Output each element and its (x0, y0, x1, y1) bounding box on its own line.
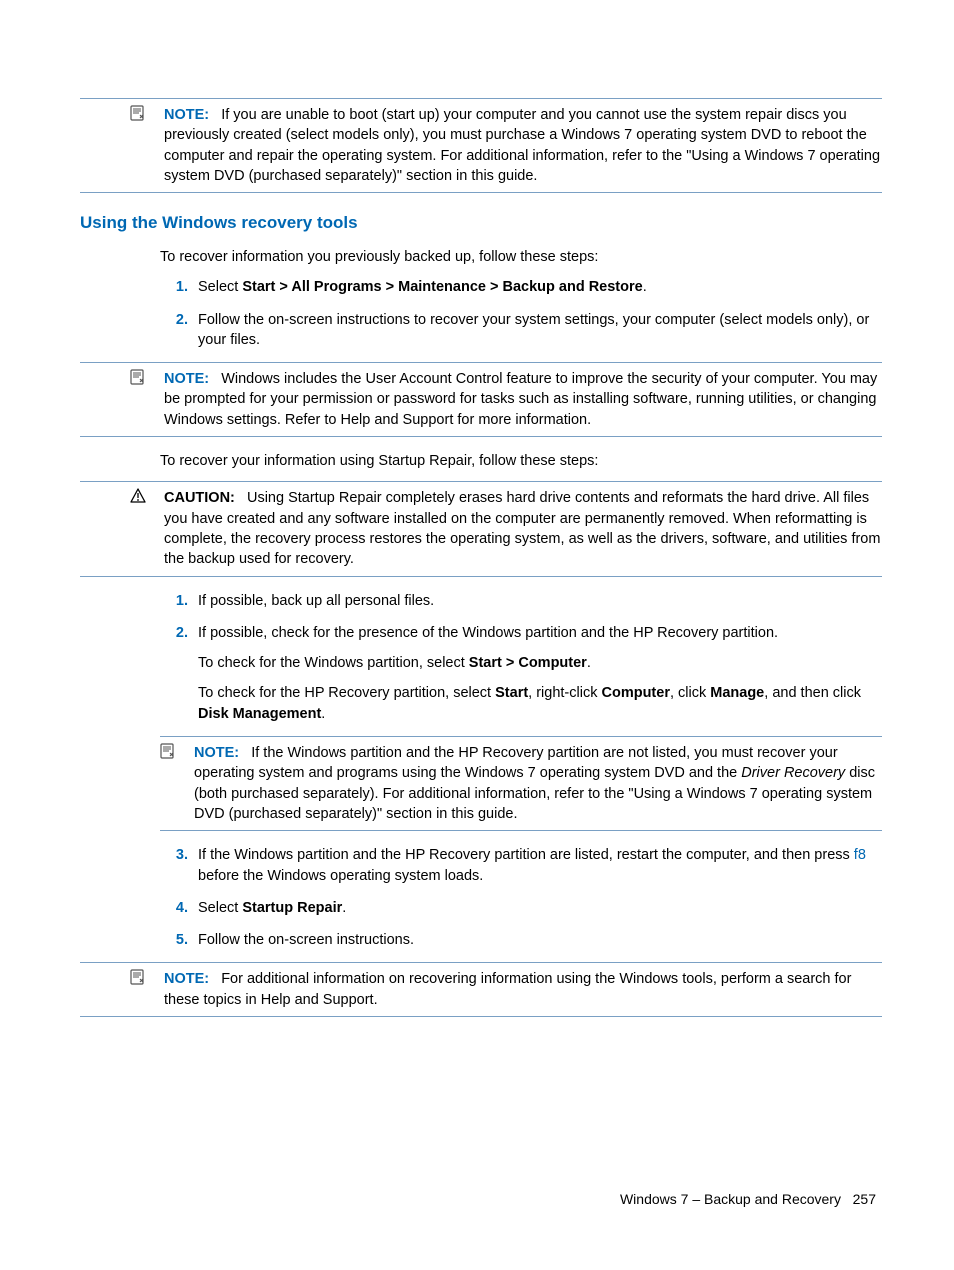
footer-chapter: Windows 7 – Backup and Recovery (620, 1191, 841, 1207)
note-box-partition: NOTE: If the Windows partition and the H… (160, 736, 882, 831)
note-icon (160, 743, 188, 759)
document-page: NOTE: If you are unable to boot (start u… (0, 0, 954, 1270)
step-text-end: before the Windows operating system load… (198, 868, 483, 884)
note-text: For additional information on recovering… (164, 971, 851, 1007)
sub-text: To check for the HP Recovery partition, … (198, 685, 495, 701)
sub-text: To check for the Windows partition, sele… (198, 655, 469, 671)
note-label: NOTE: (164, 971, 209, 987)
caution-text: Using Startup Repair completely erases h… (164, 490, 880, 567)
caution-icon (80, 488, 158, 504)
step-text: Select (198, 900, 242, 916)
step-1: Select Start > All Programs > Maintenanc… (192, 277, 882, 297)
footer-page-number: 257 (853, 1191, 876, 1207)
caution-body: CAUTION: Using Startup Repair completely… (158, 488, 882, 569)
steps-list-2-cont: If the Windows partition and the HP Reco… (160, 845, 882, 950)
note-icon (80, 369, 158, 385)
step-text: If possible, check for the presence of t… (198, 625, 778, 641)
page-footer: Windows 7 – Backup and Recovery 257 (620, 1190, 876, 1210)
note-italic: Driver Recovery (741, 765, 845, 781)
sub-bold: Start (495, 685, 528, 701)
note-label: NOTE: (164, 107, 209, 123)
section-heading: Using the Windows recovery tools (80, 211, 882, 235)
note-body: NOTE: For additional information on reco… (158, 969, 882, 1010)
note-body: NOTE: If you are unable to boot (start u… (158, 105, 882, 186)
note-icon (80, 105, 158, 121)
note-label: NOTE: (194, 745, 239, 761)
sub-bold: Manage (710, 685, 764, 701)
step-2: If possible, check for the presence of t… (192, 623, 882, 724)
step-5: Follow the on-screen instructions. (192, 930, 882, 950)
note-label: NOTE: (164, 371, 209, 387)
page-content: NOTE: If you are unable to boot (start u… (80, 98, 882, 1017)
steps-list-1: Select Start > All Programs > Maintenanc… (160, 277, 882, 350)
steps-list-2: If possible, back up all personal files.… (160, 591, 882, 724)
step-bold: Startup Repair (242, 900, 342, 916)
step-subparagraph: To check for the Windows partition, sele… (198, 653, 882, 673)
step-4: Select Startup Repair. (192, 898, 882, 918)
note-box-uac: NOTE: Windows includes the User Account … (80, 362, 882, 437)
step-text-end: . (643, 279, 647, 295)
note-text: Windows includes the User Account Contro… (164, 371, 877, 428)
step-1: If possible, back up all personal files. (192, 591, 882, 611)
note-body: NOTE: If the Windows partition and the H… (188, 743, 882, 824)
note-box-boot: NOTE: If you are unable to boot (start u… (80, 98, 882, 193)
sub-bold: Start > Computer (469, 655, 587, 671)
sub-text-end: . (321, 706, 325, 722)
caution-label: CAUTION: (164, 490, 235, 506)
step-bold: Start > All Programs > Maintenance > Bac… (242, 279, 642, 295)
note-body: NOTE: Windows includes the User Account … (158, 369, 882, 430)
caution-box: CAUTION: Using Startup Repair completely… (80, 481, 882, 576)
step-3: If the Windows partition and the HP Reco… (192, 845, 882, 886)
note-text: If you are unable to boot (start up) you… (164, 107, 880, 184)
intro-paragraph-2: To recover your information using Startu… (160, 451, 882, 471)
step-text-end: . (342, 900, 346, 916)
sub-bold: Disk Management (198, 706, 321, 722)
step-key: f8 (854, 847, 866, 863)
step-2: Follow the on-screen instructions to rec… (192, 310, 882, 351)
step-text: If the Windows partition and the HP Reco… (198, 847, 854, 863)
sub-text-end: . (587, 655, 591, 671)
sub-text: , right-click (528, 685, 601, 701)
sub-text: , click (670, 685, 710, 701)
step-text: Select (198, 279, 242, 295)
note-box-help: NOTE: For additional information on reco… (80, 962, 882, 1017)
intro-paragraph-1: To recover information you previously ba… (160, 247, 882, 267)
note-icon (80, 969, 158, 985)
step-subparagraph: To check for the HP Recovery partition, … (198, 683, 882, 724)
sub-bold: Computer (602, 685, 670, 701)
sub-text: , and then click (764, 685, 861, 701)
